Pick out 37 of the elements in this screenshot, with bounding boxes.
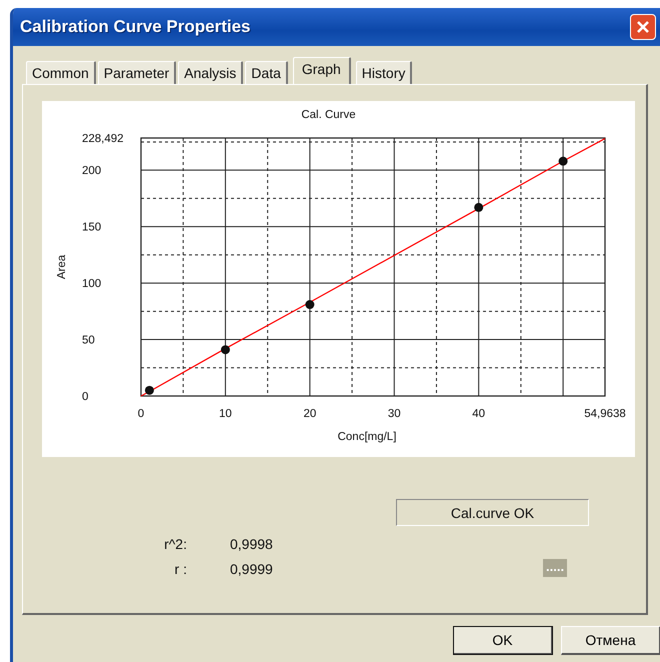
window-title: Calibration Curve Properties	[20, 17, 251, 37]
axis-tick-label: 40	[472, 408, 486, 420]
axis-tick-label: 20	[303, 408, 316, 420]
stat-label: r :	[174, 561, 187, 577]
axis-tick-label: 100	[82, 278, 102, 290]
axis-title: Conc[mg/L]	[338, 431, 396, 443]
stat-label: r^2:	[163, 536, 187, 552]
close-button[interactable]	[630, 14, 656, 40]
axis-tick-label: 150	[82, 222, 102, 234]
axis-tick-label: 30	[388, 408, 401, 420]
note-text: .....	[543, 559, 568, 577]
data-point	[558, 156, 568, 166]
tab[interactable]: History	[356, 61, 412, 84]
axis-tick-label: 0	[138, 408, 144, 420]
data-point	[220, 345, 230, 354]
tab[interactable]: Parameter	[98, 61, 176, 84]
data-point	[144, 386, 154, 395]
data-point	[305, 300, 314, 310]
axis-tick-label: 50	[82, 334, 95, 347]
stat-value: 0,9998	[230, 536, 274, 552]
axis-tick-label: 200	[82, 165, 102, 178]
tab[interactable]: Graph	[292, 57, 351, 84]
tab[interactable]: Analysis	[178, 61, 244, 84]
axis-max-label: 228,492	[82, 133, 124, 145]
axis-tick-label: 10	[219, 408, 232, 420]
axis-title: Area	[56, 254, 68, 280]
close-icon	[635, 19, 651, 35]
tab[interactable]: Data	[245, 61, 288, 84]
stat-value: 0,9999	[230, 561, 274, 577]
axis-tick-label: 0	[82, 391, 88, 403]
ok-button[interactable]: OK	[453, 626, 553, 655]
status-field: Cal.curve OK	[396, 499, 589, 526]
tab[interactable]: Common	[26, 61, 96, 84]
chart-title: Cal. Curve	[301, 109, 356, 121]
axis-tick-label: 54,9638	[584, 408, 626, 420]
data-point	[474, 202, 484, 212]
cancel-button[interactable]: Отмена	[561, 626, 660, 655]
